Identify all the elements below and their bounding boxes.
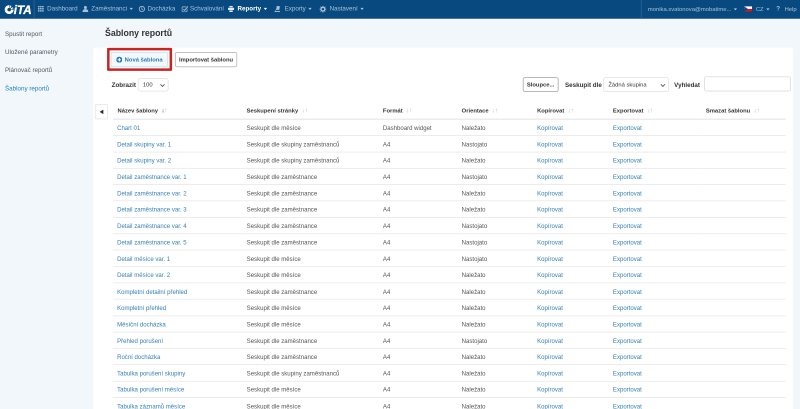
svg-text:iTA: iTA — [14, 4, 32, 16]
